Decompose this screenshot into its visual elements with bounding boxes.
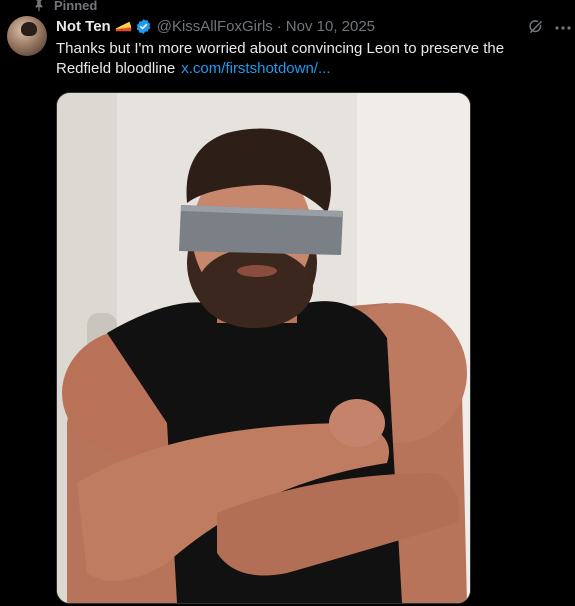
photo-illustration <box>57 93 470 603</box>
pin-icon <box>35 0 43 12</box>
pinned-indicator: Pinned <box>32 0 98 13</box>
user-handle[interactable]: @KissAllFoxGirls <box>157 18 273 35</box>
grok-icon[interactable] <box>527 18 545 36</box>
tweet-header: Not Ten @KissAllFoxGirls · Nov 10, 2025 <box>56 16 515 36</box>
more-options-icon[interactable] <box>555 26 571 30</box>
tweet-date[interactable]: Nov 10, 2025 <box>286 18 375 35</box>
pinned-label: Pinned <box>54 0 98 13</box>
display-name[interactable]: Not Ten <box>56 18 111 35</box>
cheese-wedge-emoji-icon <box>115 21 131 32</box>
tweet[interactable]: Pinned Not Ten @KissAllFoxGirls · Nov 10… <box>0 0 575 606</box>
separator-dot: · <box>276 17 282 35</box>
tweet-link[interactable]: x.com/firstshotdown/... <box>181 60 330 77</box>
tweet-photo[interactable] <box>56 92 471 604</box>
verified-badge-icon[interactable] <box>135 18 152 35</box>
avatar[interactable] <box>7 16 47 56</box>
tweet-text: Thanks but I'm more worried about convin… <box>56 39 556 79</box>
